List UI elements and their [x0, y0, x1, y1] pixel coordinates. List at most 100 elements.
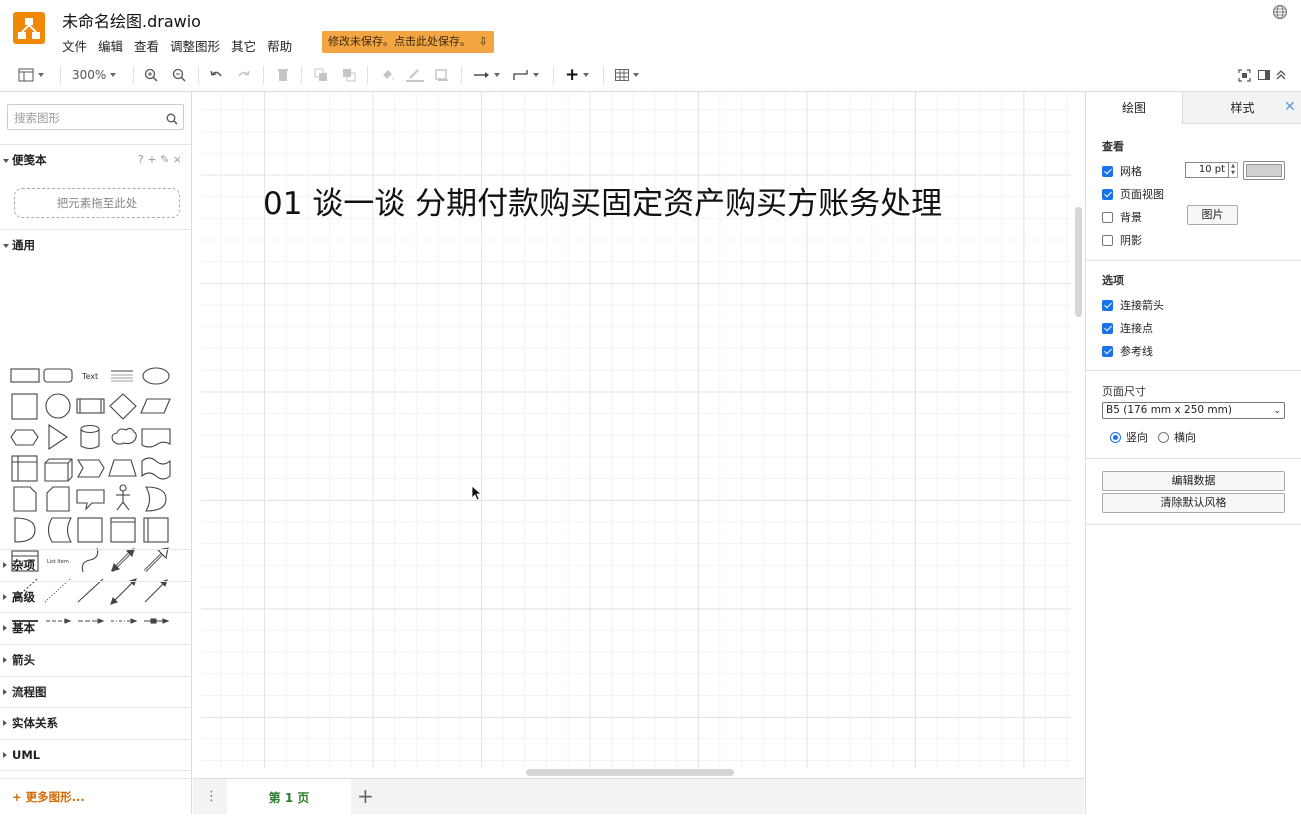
- horizontal-scrollbar[interactable]: [526, 769, 734, 776]
- grid-size-stepper[interactable]: ▲ ▼: [1229, 162, 1238, 178]
- menu-edit[interactable]: 编辑: [98, 36, 123, 55]
- close-icon[interactable]: ✕: [1284, 99, 1296, 115]
- connection-points-checkbox[interactable]: [1102, 322, 1113, 334]
- page-view-label: 页面视图: [1120, 188, 1164, 201]
- scratchpad-actions[interactable]: ? + ✎ ×: [138, 145, 182, 175]
- scratchpad-title: 便笺本: [12, 153, 47, 167]
- scratchpad-dropzone[interactable]: 把元素拖至此处: [14, 188, 180, 218]
- shadow-checkbox-row[interactable]: 阴影: [1102, 232, 1142, 248]
- delete-icon[interactable]: [277, 66, 289, 84]
- toolbar: 300% +: [0, 58, 1301, 92]
- add-page-button[interactable]: +: [357, 784, 374, 808]
- edit-data-button[interactable]: 编辑数据: [1102, 471, 1285, 491]
- fill-color-icon[interactable]: [380, 66, 396, 84]
- guides-label: 参考线: [1120, 345, 1153, 358]
- shadow-icon[interactable]: [435, 66, 449, 84]
- landscape-radio-row[interactable]: 横向: [1158, 429, 1196, 445]
- insert-dropdown[interactable]: +: [565, 65, 590, 85]
- background-checkbox-row[interactable]: 背景: [1102, 209, 1142, 225]
- redo-icon[interactable]: [237, 66, 251, 84]
- grid-checkbox[interactable]: [1102, 165, 1113, 177]
- menu-bar: 文件 编辑 查看 调整图形 其它 帮助: [62, 36, 303, 55]
- shape-internal-storage: [11, 455, 38, 482]
- section-label: 流程图: [12, 685, 47, 699]
- shape-delay: [14, 517, 36, 543]
- shape-or: [145, 486, 167, 512]
- shape-step: [77, 459, 105, 478]
- grid-size-input[interactable]: 10 pt: [1185, 162, 1229, 178]
- unsaved-label: 修改未保存。点击此处保存。: [328, 35, 471, 48]
- section-label: 高级: [12, 590, 35, 604]
- to-back-icon[interactable]: [342, 66, 356, 84]
- sidebar-section-uml[interactable]: UML: [0, 739, 192, 771]
- collapse-icon[interactable]: [1276, 66, 1286, 84]
- sidebar-section-entity-relation[interactable]: 实体关系: [0, 707, 192, 739]
- fullscreen-icon[interactable]: [1238, 66, 1251, 84]
- menu-help[interactable]: 帮助: [267, 36, 292, 55]
- more-shapes-button[interactable]: + 更多图形...: [12, 789, 85, 805]
- sidebar-section-flowchart[interactable]: 流程图: [0, 676, 192, 708]
- to-front-icon[interactable]: [314, 66, 328, 84]
- landscape-label: 横向: [1174, 431, 1196, 444]
- connection-arrows-checkbox[interactable]: [1102, 299, 1113, 311]
- connection-style-dropdown[interactable]: [474, 66, 500, 84]
- unsaved-save-button[interactable]: 修改未保存。点击此处保存。 ⇩: [322, 31, 494, 53]
- portrait-radio-row[interactable]: 竖向: [1110, 429, 1148, 445]
- expand-arrow-icon: [3, 159, 9, 163]
- page-view-checkbox[interactable]: [1102, 188, 1113, 200]
- scratchpad-header[interactable]: 便笺本 ? + ✎ ×: [0, 144, 192, 176]
- format-panel-icon[interactable]: [1258, 66, 1270, 84]
- guides-row[interactable]: 参考线: [1102, 343, 1153, 359]
- general-section-header[interactable]: 通用: [0, 229, 192, 261]
- landscape-radio[interactable]: [1158, 431, 1169, 443]
- background-image-button[interactable]: 图片: [1187, 205, 1238, 225]
- grid-label: 网格: [1120, 165, 1142, 178]
- tab-diagram[interactable]: 绘图: [1086, 92, 1182, 124]
- clear-default-style-button[interactable]: 清除默认风格: [1102, 493, 1285, 513]
- shape-search-input[interactable]: 搜索图形: [7, 104, 184, 130]
- search-icon[interactable]: [166, 110, 178, 129]
- sidebar-section-advanced[interactable]: 高级: [0, 581, 192, 613]
- guides-checkbox[interactable]: [1102, 345, 1113, 357]
- diagram-canvas[interactable]: 01 谈一谈 分期付款购买固定资产购买方账务处理: [193, 92, 1084, 778]
- shadow-label: 阴影: [1120, 234, 1142, 247]
- portrait-radio[interactable]: [1110, 431, 1121, 443]
- sidebar-section-basic[interactable]: 基本: [0, 612, 192, 644]
- canvas-text-label[interactable]: 01 谈一谈 分期付款购买固定资产购买方账务处理: [263, 178, 942, 223]
- table-dropdown[interactable]: [615, 66, 639, 84]
- zoom-in-icon[interactable]: [144, 66, 158, 84]
- vertical-scrollbar[interactable]: [1075, 207, 1082, 317]
- shape-tape: [141, 457, 171, 480]
- page-size-select[interactable]: B5 (176 mm x 250 mm) ⌄: [1102, 402, 1285, 419]
- shape-hexagon: [10, 429, 39, 446]
- grid-color-picker[interactable]: [1243, 161, 1285, 180]
- file-title[interactable]: 未命名绘图.drawio: [62, 8, 201, 32]
- menu-view[interactable]: 查看: [134, 36, 159, 55]
- shape-rect-container: [77, 517, 103, 543]
- undo-icon[interactable]: [209, 66, 223, 84]
- shadow-checkbox[interactable]: [1102, 234, 1113, 246]
- page-tab-1[interactable]: 第 1 页: [227, 779, 351, 815]
- waypoints-dropdown[interactable]: [513, 66, 539, 84]
- connection-arrows-row[interactable]: 连接箭头: [1102, 297, 1164, 313]
- connection-arrows-label: 连接箭头: [1120, 299, 1164, 312]
- line-color-icon[interactable]: [406, 66, 424, 84]
- pages-menu-icon[interactable]: ⋮: [205, 789, 218, 804]
- language-globe-icon[interactable]: [1272, 4, 1288, 20]
- connection-points-row[interactable]: 连接点: [1102, 320, 1153, 336]
- menu-arrange[interactable]: 调整图形: [170, 36, 220, 55]
- background-label: 背景: [1120, 211, 1142, 224]
- shape-rectangle: [10, 368, 40, 383]
- collapsed-arrow-icon: [3, 562, 7, 568]
- menu-extras[interactable]: 其它: [231, 36, 256, 55]
- zoom-out-icon[interactable]: [172, 66, 186, 84]
- view-panels-button[interactable]: [18, 66, 44, 84]
- grid-checkbox-row[interactable]: 网格: [1102, 163, 1142, 179]
- sidebar-section-arrows[interactable]: 箭头: [0, 644, 192, 676]
- menu-file[interactable]: 文件: [62, 36, 87, 55]
- background-checkbox[interactable]: [1102, 211, 1113, 223]
- zoom-dropdown[interactable]: 300%: [72, 66, 117, 84]
- shape-data-storage: [47, 517, 72, 543]
- sidebar-section-misc[interactable]: 杂项: [0, 549, 192, 581]
- page-view-checkbox-row[interactable]: 页面视图: [1102, 186, 1164, 202]
